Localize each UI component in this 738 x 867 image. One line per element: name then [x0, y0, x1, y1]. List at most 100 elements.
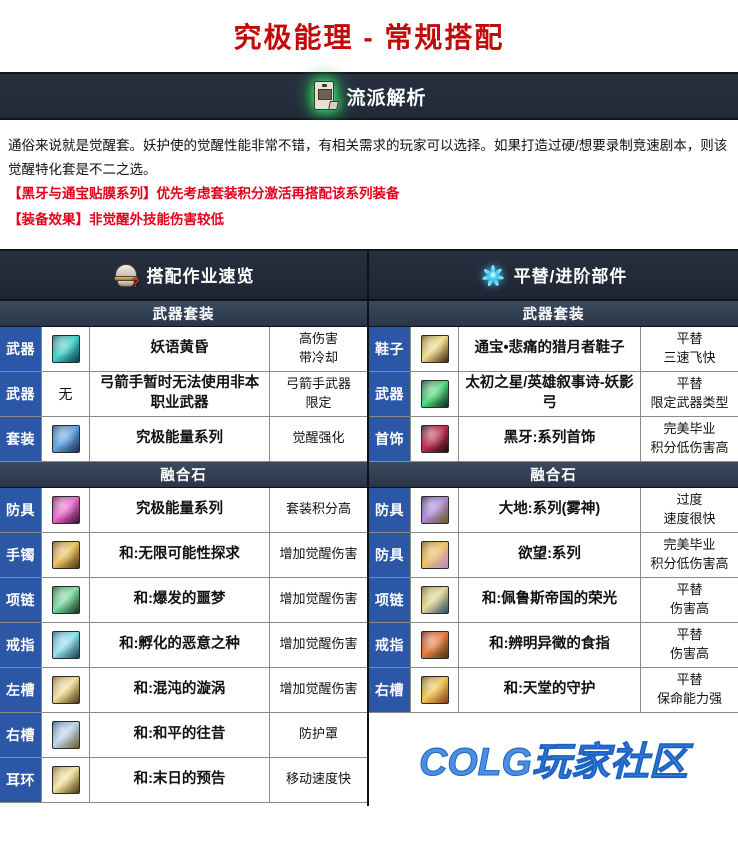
table-row: 项链 和:佩鲁斯帝国的荣光 平替 伤害高 [369, 577, 738, 623]
row-item-icon-cell [42, 622, 90, 667]
build-panels: ? 搭配作业速览 武器套装 武器 妖语黄昏 高伤害 带冷却 武器无弓箭手暂时无法使用非本… [0, 250, 738, 806]
left-panel-body: 武器套装 武器 妖语黄昏 高伤害 带冷却 武器无弓箭手暂时无法使用非本职业武器 弓箭手武器… [0, 300, 367, 803]
row-item-note: 平替 保命能力强 [656, 672, 722, 706]
table-row: 套装 究极能量系列 觉醒强化 [0, 416, 367, 462]
row-item-note: 防护罩 [298, 726, 338, 742]
analysis-section-header: 流派解析 [0, 72, 738, 120]
row-slot-label: 武器 [0, 371, 42, 416]
item-icon-blue-book [51, 720, 80, 749]
row-item-name: 妖语黄昏 [90, 326, 270, 371]
analysis-description: 通俗来说就是觉醒套。妖护使的觉醒性能非常不错，有相关需求的玩家可以选择。如果打造… [0, 120, 738, 251]
row-item-note: 套装积分高 [285, 501, 351, 517]
item-icon-red-hand [420, 630, 449, 659]
footer-logo-text: COLG玩家社区 [419, 741, 689, 785]
row-slot-label: 防具 [0, 487, 42, 532]
item-icon-purple-figure [420, 495, 449, 524]
analysis-section-label: 流派解析 [346, 87, 427, 109]
row-item-icon-cell [411, 532, 459, 577]
row-item-name: 大地:系列(雾神) [459, 487, 641, 532]
item-icon-pink-orb [51, 495, 80, 524]
row-item-name: 太初之星/英雄叙事诗-妖影弓 [459, 371, 641, 416]
row-item-name: 和:和平的往昔 [90, 712, 270, 757]
row-item-note: 完美毕业 积分低伤害高 [650, 537, 729, 571]
row-item-note: 平替 伤害高 [669, 582, 709, 616]
table-row: 首饰 黑牙:系列首饰 完美毕业 积分低伤害高 [369, 416, 738, 462]
row-item-name: 欲望:系列 [459, 532, 641, 577]
row-item-name: 究极能量系列 [90, 416, 270, 461]
row-item-name: 和:辨明异徵的食指 [459, 622, 641, 667]
row-slot-label: 项链 [369, 577, 411, 622]
row-slot-label: 防具 [369, 532, 411, 577]
table-row: 左槽 和:混沌的漩涡 增加觉醒伤害 [0, 667, 367, 713]
analysis-note-1: 【黑牙与通宝贴膜系列】优先考虑套装积分激活再搭配该系列装备 [8, 186, 400, 202]
table-row: 武器无弓箭手暂时无法使用非本职业武器 弓箭手武器 限定 [0, 371, 367, 417]
table-row: 手镯 和:无限可能性探求 增加觉醒伤害 [0, 532, 367, 578]
row-item-name: 弓箭手暂时无法使用非本职业武器 [90, 371, 270, 416]
item-icon-weapon-teal [51, 334, 80, 363]
row-item-icon-cell [42, 577, 90, 622]
row-slot-label: 首饰 [369, 416, 411, 461]
table-row: 防具 欲望:系列 完美毕业 积分低伤害高 [369, 532, 738, 578]
left-panel-header: ? 搭配作业速览 [0, 250, 367, 301]
footer-logo: COLG玩家社区 [369, 712, 738, 806]
row-item-icon-cell [42, 532, 90, 577]
row-item-icon-cell [42, 326, 90, 371]
table-row: 右槽 和:天堂的守护 平替 保命能力强 [369, 667, 738, 713]
row-item-note: 增加觉醒伤害 [279, 591, 358, 607]
item-icon-armor-blue [51, 424, 80, 453]
row-item-name: 黑牙:系列首饰 [459, 416, 641, 461]
row-item-note: 增加觉醒伤害 [279, 636, 358, 652]
row-item-name: 和:佩鲁斯帝国的荣光 [459, 577, 641, 622]
item-icon-gold-boots [420, 334, 449, 363]
row-item-note: 觉醒强化 [292, 430, 345, 446]
item-icon-yellow-scroll [51, 765, 80, 794]
helmet-question-icon: ? [113, 262, 140, 290]
row-slot-label: 项链 [0, 577, 42, 622]
item-icon-gold-shield [420, 675, 449, 704]
right-panel-body: 武器套装 鞋子 通宝•悲痛的猎月者鞋子 平替 三速飞快 武器 太初之星/英雄叙事诗-妖影弓… [369, 300, 738, 806]
right-panel-header: 平替/进阶部件 [369, 250, 738, 301]
table-row: 戒指 和:辨明异徵的食指 平替 伤害高 [369, 622, 738, 668]
left-panel: ? 搭配作业速览 武器套装 武器 妖语黄昏 高伤害 带冷却 武器无弓箭手暂时无法使用非本… [0, 250, 369, 806]
row-item-icon-cell [411, 577, 459, 622]
row-item-name: 和:末日的预告 [90, 757, 270, 802]
row-item-icon-cell [411, 487, 459, 532]
row-item-note: 增加觉醒伤害 [279, 681, 358, 697]
table-row: 右槽 和:和平的往昔 防护罩 [0, 712, 367, 758]
table-row: 耳环 和:末日的预告 移动速度快 [0, 757, 367, 803]
row-item-name: 和:爆发的噩梦 [90, 577, 270, 622]
row-item-icon-cell [411, 416, 459, 461]
row-item-icon-cell [411, 326, 459, 371]
blue-swirl-icon [480, 262, 506, 288]
group-header: 武器套装 [369, 300, 738, 327]
table-row: 项链 和:爆发的噩梦 增加觉醒伤害 [0, 577, 367, 623]
row-item-note: 完美毕业 积分低伤害高 [650, 421, 729, 455]
item-icon-green-bow [420, 379, 449, 408]
row-item-icon-cell [42, 487, 90, 532]
row-item-name: 通宝•悲痛的猎月者鞋子 [459, 326, 641, 371]
row-slot-label: 武器 [0, 326, 42, 371]
row-item-note: 平替 三速飞快 [663, 331, 716, 365]
row-slot-label: 套装 [0, 416, 42, 461]
row-item-icon-cell [42, 416, 90, 461]
row-slot-label: 戒指 [0, 622, 42, 667]
row-item-note: 平替 限定武器类型 [650, 376, 729, 410]
item-icon-green-claw [51, 585, 80, 614]
group-header: 融合石 [0, 461, 367, 488]
item-icon-gold-figure [420, 540, 449, 569]
page-title: 究极能理 - 常规搭配 [233, 22, 505, 53]
row-item-name: 究极能量系列 [90, 487, 270, 532]
row-item-icon-cell [411, 371, 459, 416]
row-item-icon-cell [411, 622, 459, 667]
row-item-name: 和:无限可能性探求 [90, 532, 270, 577]
table-row: 武器 太初之星/英雄叙事诗-妖影弓 平替 限定武器类型 [369, 371, 738, 417]
item-icon-gold-spiral [420, 585, 449, 614]
left-panel-label: 搭配作业速览 [146, 267, 255, 287]
row-slot-label: 左槽 [0, 667, 42, 712]
row-item-icon-cell [411, 667, 459, 712]
row-slot-label: 武器 [369, 371, 411, 416]
row-slot-label: 戒指 [369, 622, 411, 667]
row-slot-label: 耳环 [0, 757, 42, 802]
analysis-paragraph: 通俗来说就是觉醒套。妖护使的觉醒性能非常不错，有相关需求的玩家可以选择。如果打造… [8, 138, 728, 177]
row-item-note: 过度 速度很快 [663, 492, 716, 526]
